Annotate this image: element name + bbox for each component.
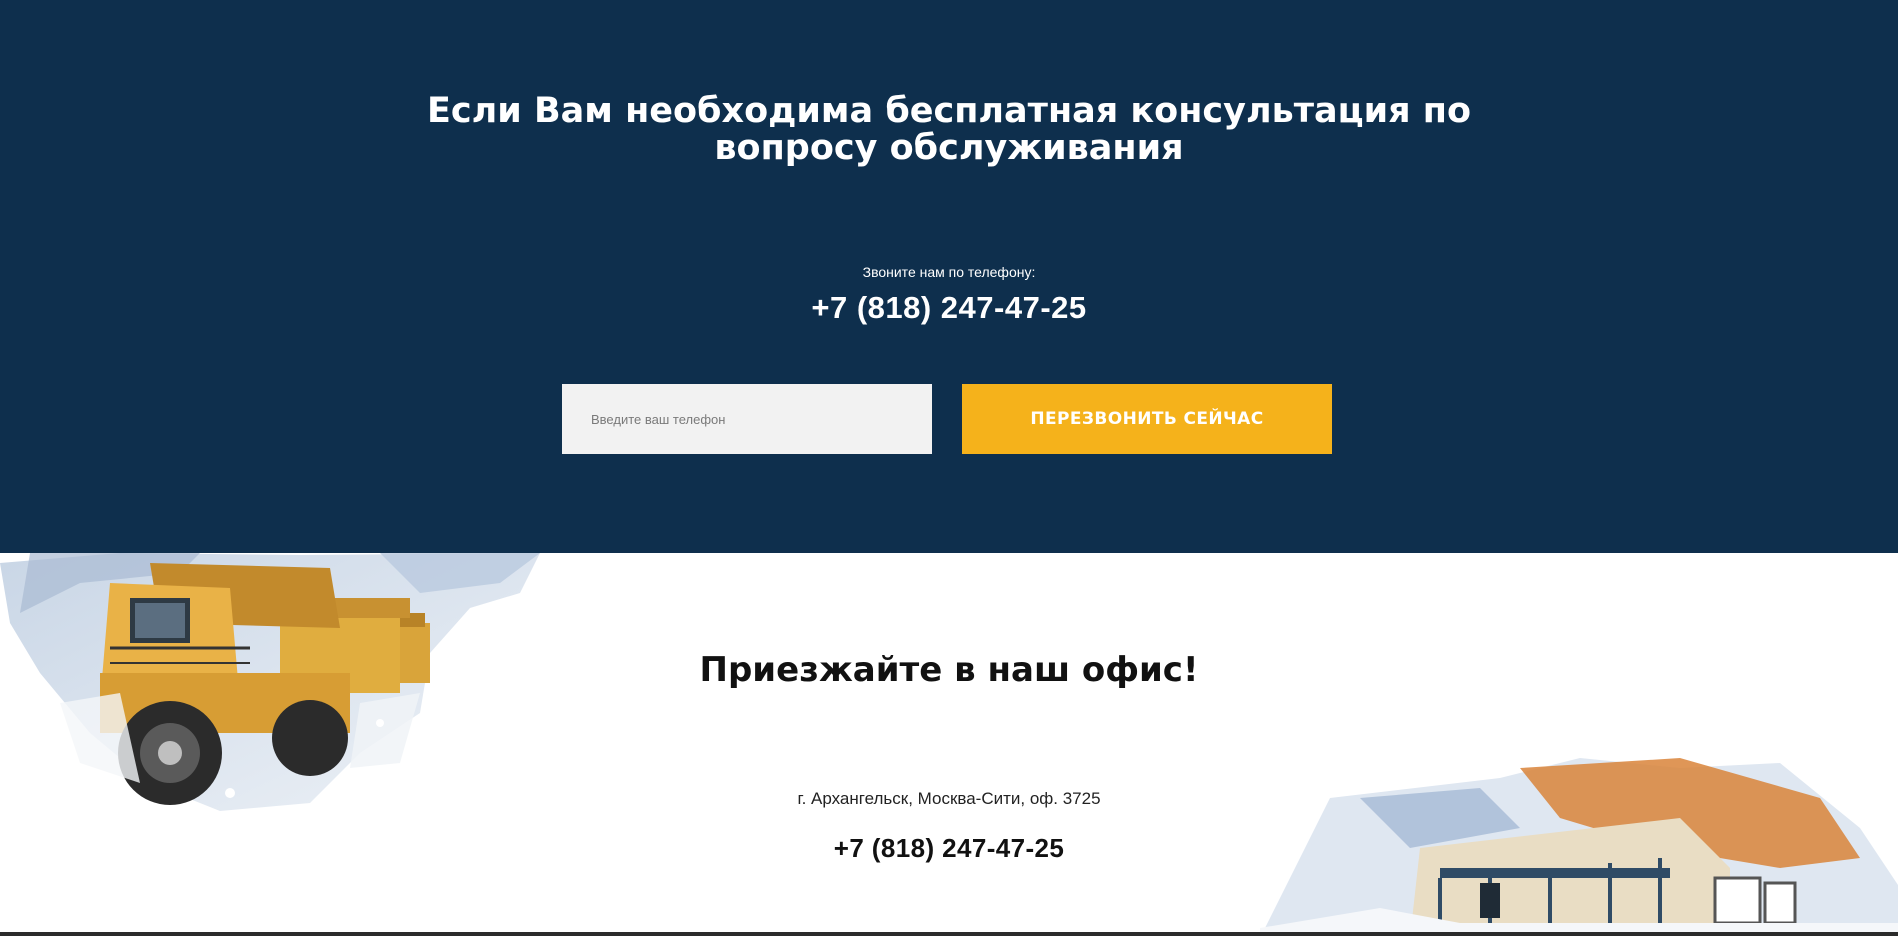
callback-now-button[interactable]: ПЕРЕЗВОНИТЬ СЕЙЧАС bbox=[962, 384, 1332, 454]
phone-input[interactable] bbox=[562, 384, 932, 454]
consultation-section: Если Вам необходима бесплатная консульта… bbox=[0, 0, 1898, 553]
office-title: Приезжайте в наш офис! bbox=[699, 650, 1199, 690]
consultation-title-line-2: вопросу обслуживания bbox=[714, 128, 1184, 168]
page: Если Вам необходима бесплатная консульта… bbox=[0, 0, 1898, 936]
office-section: Приезжайте в наш офис! г. Архангельск, М… bbox=[0, 553, 1898, 936]
bottom-divider bbox=[0, 932, 1898, 936]
mining-truck-cabin-image bbox=[1260, 758, 1898, 936]
consultation-title: Если Вам необходима бесплатная консульта… bbox=[0, 93, 1898, 167]
consultation-title-line-1: Если Вам необходима бесплатная консульта… bbox=[427, 91, 1471, 131]
consultation-phone[interactable]: +7 (818) 247-47-25 bbox=[0, 290, 1898, 326]
call-caption: Звоните нам по телефону: bbox=[862, 264, 1036, 280]
